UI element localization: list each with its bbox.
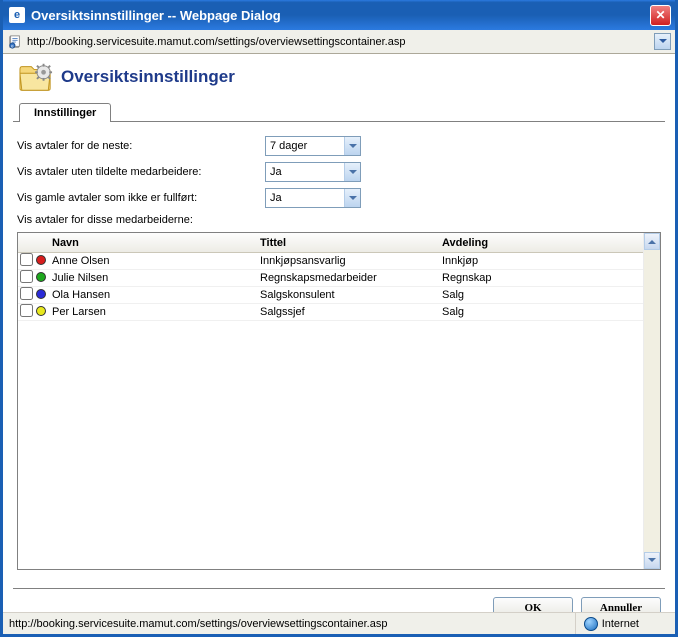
cancel-button[interactable]: Annuller [581,597,661,612]
unassigned-value: Ja [270,166,344,178]
cell-name: Per Larsen [50,306,260,318]
status-zone: Internet [575,613,669,634]
ok-button[interactable]: OK [493,597,573,612]
scrollbar[interactable] [643,233,660,569]
table-row[interactable]: Per LarsenSalgssjefSalg [18,304,643,321]
table-row[interactable]: Julie NilsenRegnskapsmedarbeiderRegnskap [18,270,643,287]
old-value: Ja [270,192,344,204]
page-icon: e [7,34,23,50]
status-url: http://booking.servicesuite.mamut.com/se… [9,618,575,630]
cell-dept: Regnskap [442,272,643,284]
row-checkbox[interactable] [20,304,33,317]
color-dot-icon [36,306,46,316]
unassigned-label: Vis avtaler uten tildelte medarbeidere: [17,166,265,178]
form: Vis avtaler for de neste: 7 dager Vis av… [13,122,665,576]
old-select[interactable]: Ja [265,188,361,208]
settings-folder-icon [17,60,55,94]
scroll-track[interactable] [644,250,660,552]
row-checkbox[interactable] [20,270,33,283]
titlebar: e Oversiktsinnstillinger -- Webpage Dial… [3,0,675,30]
color-dot-icon [36,289,46,299]
days-select[interactable]: 7 dager [265,136,361,156]
table-row[interactable]: Ola HansenSalgskonsulentSalg [18,287,643,304]
col-header-name[interactable]: Navn [50,237,260,249]
window-title: Oversiktsinnstillinger -- Webpage Dialog [31,8,650,23]
cell-dept: Salg [442,289,643,301]
address-url: http://booking.servicesuite.mamut.com/se… [27,36,654,48]
cell-name: Anne Olsen [50,255,260,267]
unassigned-select[interactable]: Ja [265,162,361,182]
scroll-up-icon[interactable] [644,233,660,250]
page-title: Oversiktsinnstillinger [61,67,235,87]
status-bar: http://booking.servicesuite.mamut.com/se… [3,612,675,634]
days-label: Vis avtaler for de neste: [17,140,265,152]
tabs: Innstillinger [13,102,665,122]
button-row: OK Annuller [13,588,665,612]
address-dropdown[interactable] [654,33,671,50]
table-row[interactable]: Anne OlsenInnkjøpsansvarligInnkjøp [18,253,643,270]
color-dot-icon [36,272,46,282]
page-header: Oversiktsinnstillinger [13,54,665,102]
chevron-down-icon [344,137,360,155]
cell-dept: Salg [442,306,643,318]
row-checkbox[interactable] [20,287,33,300]
scroll-down-icon[interactable] [644,552,660,569]
dialog-window: e Oversiktsinnstillinger -- Webpage Dial… [0,0,678,637]
col-header-dept[interactable]: Avdeling [442,237,643,249]
tab-settings[interactable]: Innstillinger [19,103,111,122]
app-icon: e [9,7,25,23]
grid-header: Navn Tittel Avdeling [18,233,643,253]
col-header-title[interactable]: Tittel [260,237,442,249]
chevron-down-icon [344,189,360,207]
zone-label: Internet [602,618,639,630]
content-area: Oversiktsinnstillinger Innstillinger Vis… [3,54,675,612]
old-label: Vis gamle avtaler som ikke er fullført: [17,192,265,204]
employees-label: Vis avtaler for disse medarbeiderne: [17,214,193,226]
cell-name: Ola Hansen [50,289,260,301]
cell-name: Julie Nilsen [50,272,260,284]
cell-dept: Innkjøp [442,255,643,267]
address-bar: e http://booking.servicesuite.mamut.com/… [3,30,675,54]
cell-title: Salgssjef [260,306,442,318]
employees-grid: Navn Tittel Avdeling Anne OlsenInnkjøpsa… [17,232,661,570]
close-button[interactable]: ✕ [650,5,671,26]
row-checkbox[interactable] [20,253,33,266]
chevron-down-icon [344,163,360,181]
cell-title: Regnskapsmedarbeider [260,272,442,284]
cell-title: Innkjøpsansvarlig [260,255,442,267]
cell-title: Salgskonsulent [260,289,442,301]
days-value: 7 dager [270,140,344,152]
close-icon: ✕ [655,8,665,22]
color-dot-icon [36,255,46,265]
globe-icon [584,617,598,631]
